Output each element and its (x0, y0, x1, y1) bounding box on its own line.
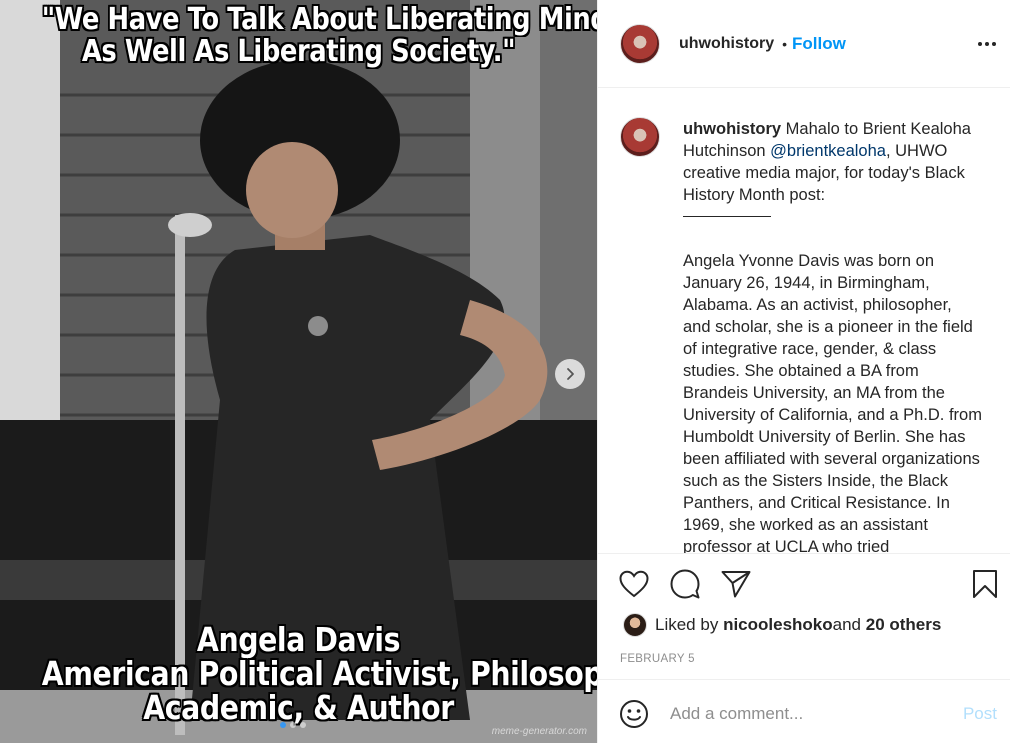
likes-summary: Liked by nicooleshoko and 20 others (623, 613, 941, 637)
comment-bubble-icon (670, 569, 700, 599)
caption-author-avatar[interactable] (620, 117, 660, 157)
quote-line-2: As Well As Liberating Society." (81, 34, 516, 69)
comments-area[interactable]: uhwohistory Mahalo to Brient Kealoha Hut… (598, 89, 1010, 553)
post-image[interactable]: "We Have To Talk About Liberating Minds … (0, 0, 597, 743)
caption-line-3: Academic, & Author (143, 688, 454, 727)
bookmark-icon (973, 570, 997, 598)
carousel-dot (290, 722, 296, 728)
caption-text: uhwohistory Mahalo to Brient Kealoha Hut… (683, 118, 983, 553)
watermark: meme-generator.com (491, 726, 587, 737)
comment-button[interactable] (669, 568, 701, 600)
smiley-face-icon[interactable] (619, 699, 649, 729)
post-comment-button[interactable]: Post (963, 704, 997, 724)
post-header: uhwohistory • Follow (598, 0, 1010, 88)
caption-line-1: Angela Davis (196, 620, 401, 659)
likes-others-link[interactable]: 20 others (866, 615, 942, 635)
post-actions: Liked by nicooleshoko and 20 others FEBR… (598, 553, 1010, 678)
author-avatar[interactable] (620, 23, 660, 64)
caption-username[interactable]: uhwohistory (683, 120, 781, 138)
carousel-dot (280, 722, 286, 728)
quote-line-1: "We Have To Talk About Liberating Minds (41, 2, 597, 37)
comment-input[interactable] (670, 700, 940, 728)
liker-avatar[interactable] (623, 613, 647, 637)
more-options-button[interactable] (977, 34, 997, 54)
header-separator: • (782, 35, 788, 52)
author-username[interactable]: uhwohistory (679, 35, 774, 53)
caption-line-2: American Political Activist, Philosopher… (41, 654, 597, 693)
carousel-next-button[interactable] (555, 359, 585, 389)
like-button[interactable] (618, 568, 650, 600)
chevron-right-icon (567, 368, 574, 380)
share-button[interactable] (720, 568, 752, 600)
likes-middle: and (832, 615, 862, 634)
liker-username[interactable]: nicooleshoko (723, 615, 833, 635)
heart-icon (619, 570, 649, 598)
carousel-dot (300, 722, 306, 728)
add-comment-bar: Post (598, 679, 1010, 743)
caption-body: Angela Yvonne Davis was born on January … (683, 252, 982, 553)
likes-prefix: Liked by (655, 615, 719, 634)
more-horizontal-icon (978, 42, 996, 46)
post-details-panel: uhwohistory • Follow uhwohistory Mahalo … (597, 0, 1010, 743)
caption-mention-link[interactable]: @brientkealoha (770, 142, 886, 160)
follow-button[interactable]: Follow (792, 34, 846, 54)
caption-divider (683, 216, 771, 217)
save-button[interactable] (969, 568, 1001, 600)
post-date[interactable]: FEBRUARY 5 (620, 653, 695, 665)
carousel-dots (280, 722, 306, 728)
paper-plane-icon (721, 571, 751, 598)
